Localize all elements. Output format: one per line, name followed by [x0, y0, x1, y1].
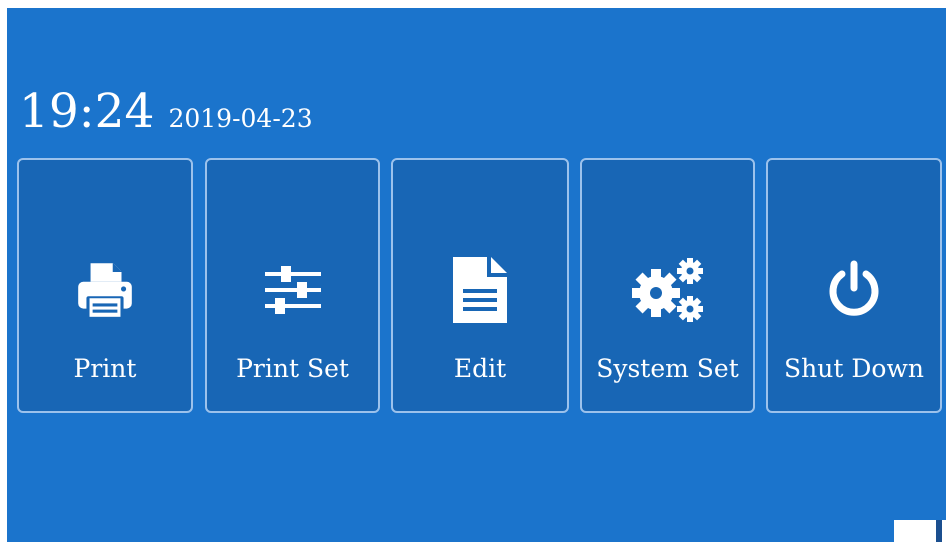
time-display: 19:24 — [19, 84, 155, 139]
document-icon — [393, 256, 567, 324]
shut-down-button[interactable]: Shut Down — [766, 158, 942, 413]
system-set-label: System Set — [596, 354, 739, 383]
shut-down-label: Shut Down — [784, 354, 924, 383]
edit-button[interactable]: Edit — [391, 158, 569, 413]
status-indicator — [894, 520, 946, 542]
gears-icon — [582, 256, 753, 324]
clock: 19:24 2019-04-23 — [19, 84, 313, 144]
print-set-button[interactable]: Print Set — [205, 158, 380, 413]
printer-icon — [19, 256, 191, 324]
power-icon — [768, 256, 940, 324]
sliders-icon — [207, 256, 378, 324]
print-label: Print — [73, 354, 137, 383]
system-set-button[interactable]: System Set — [580, 158, 755, 413]
print-button[interactable]: Print — [17, 158, 193, 413]
status-indicator-bar — [936, 520, 942, 542]
home-screen: 19:24 2019-04-23 Print Print Set Edit Sy… — [7, 8, 946, 542]
edit-label: Edit — [453, 354, 507, 383]
date-display: 2019-04-23 — [168, 104, 313, 133]
print-set-label: Print Set — [236, 354, 349, 383]
